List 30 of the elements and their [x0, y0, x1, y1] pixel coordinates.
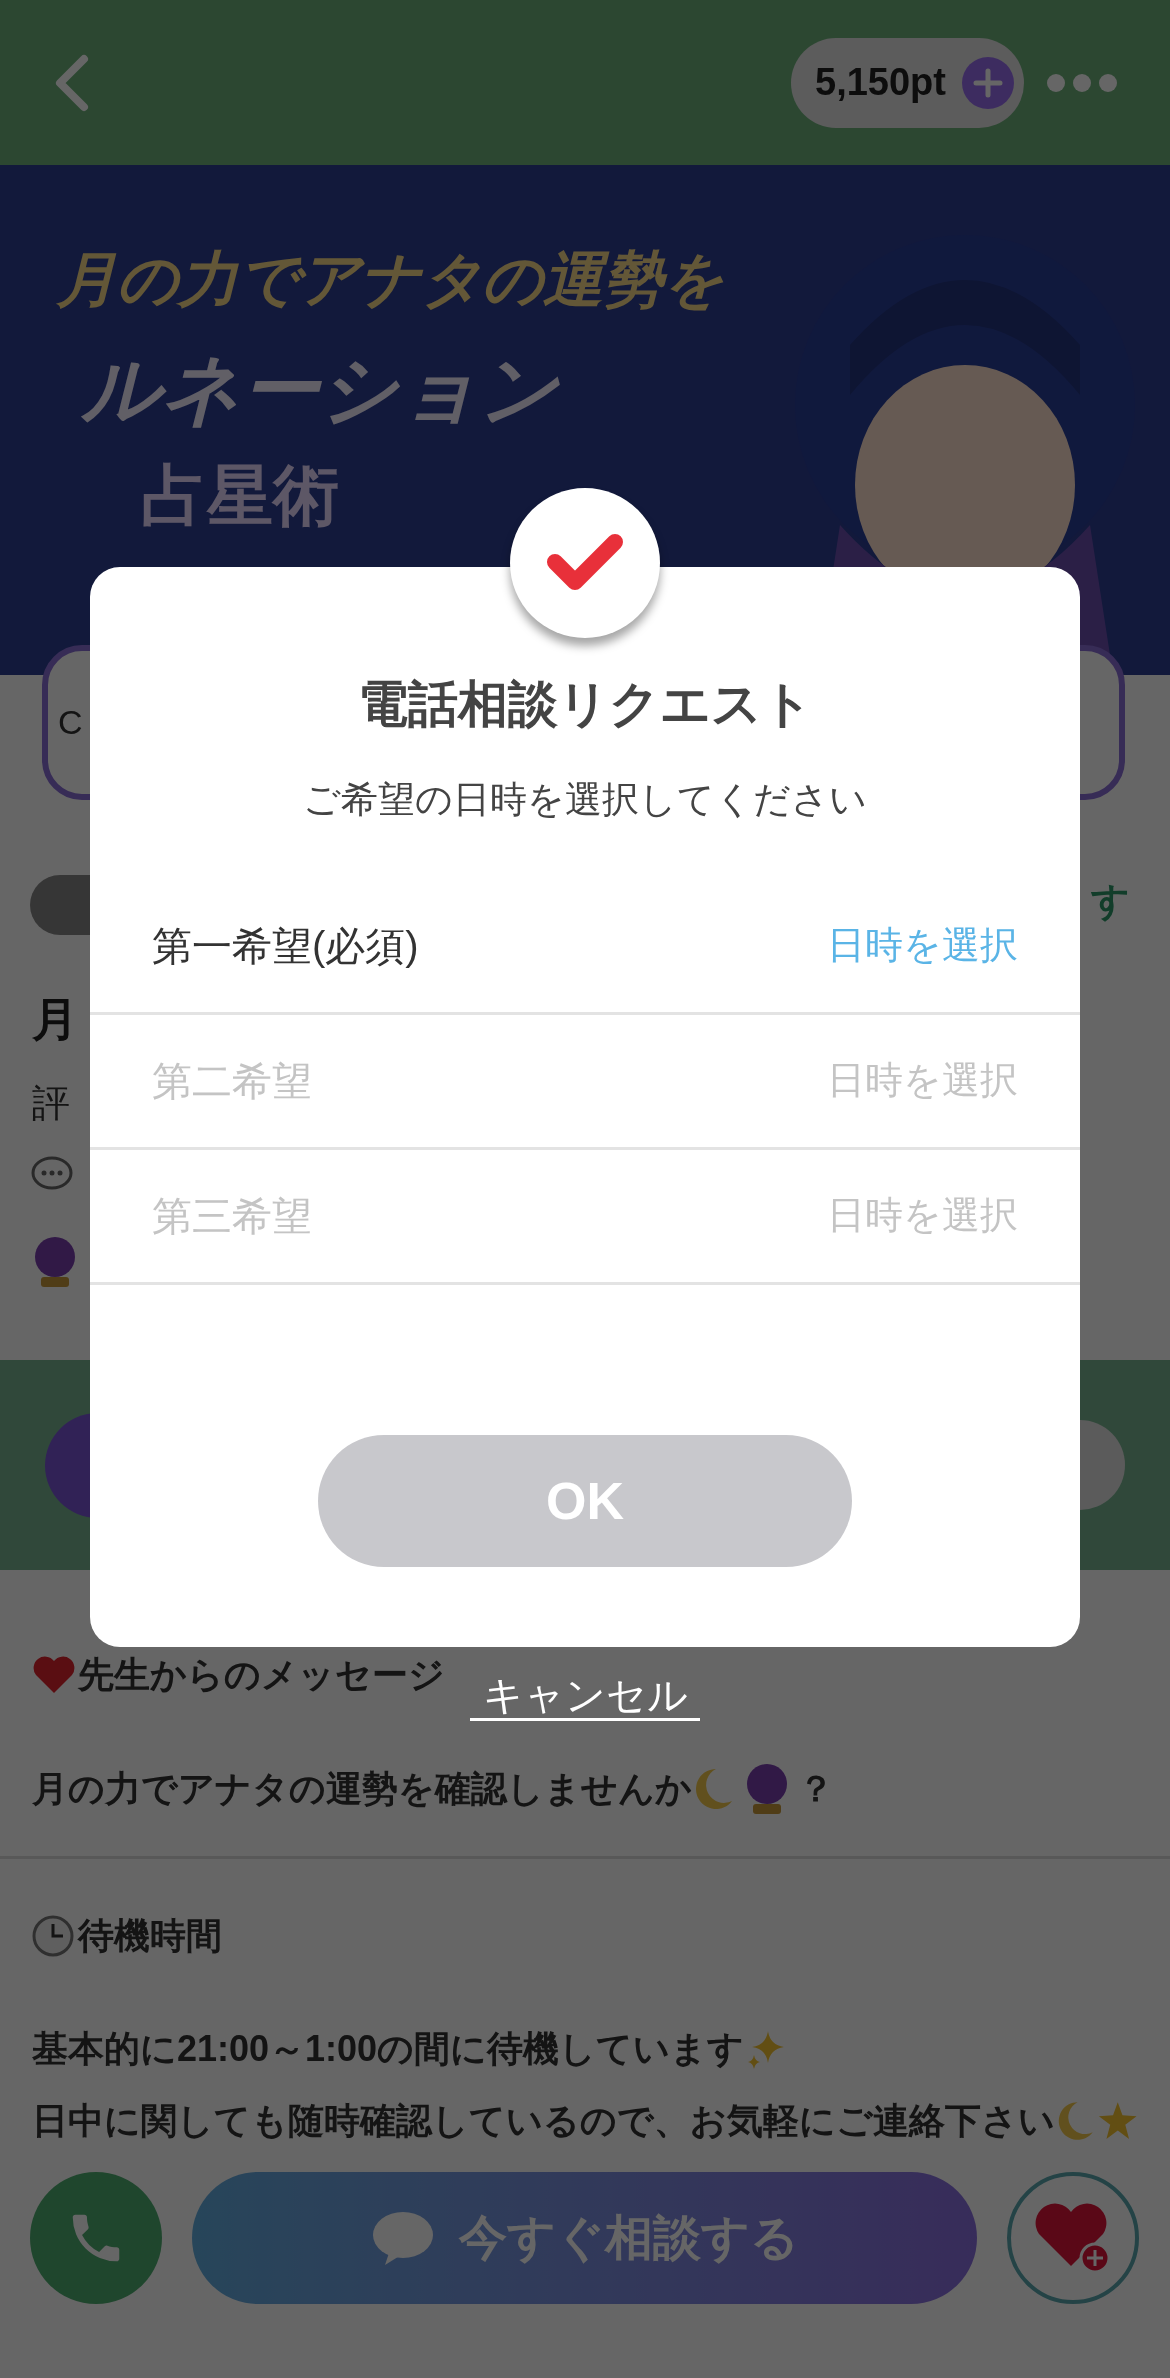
- section-heading: 待機時間: [78, 1914, 222, 1958]
- preference-label: 第二希望: [152, 1057, 312, 1105]
- cancel-link[interactable]: キャンセル: [470, 1672, 700, 1721]
- profile-title: 月: [32, 992, 78, 1047]
- preference-row[interactable]: 第一希望(必須) 日時を選択: [90, 879, 1080, 1015]
- message-text: 月の力でアナタの運勢を確認しませんか: [32, 1767, 692, 1811]
- preference-label: 第三希望: [152, 1192, 312, 1240]
- rating-label: 評: [32, 1081, 70, 1126]
- status-text: す: [1091, 879, 1130, 924]
- banner-text: 月の力でアナタの運勢を: [56, 246, 724, 315]
- clock-icon: [32, 1915, 74, 1957]
- banner-text: ルネーション: [81, 345, 561, 435]
- crystal-ball-icon: [744, 1762, 790, 1816]
- section-heading: 先生からのメッセージ: [78, 1653, 445, 1697]
- card-text: C: [58, 702, 83, 743]
- points-balance: 5,150pt: [815, 60, 946, 105]
- heart-icon: [32, 1655, 76, 1695]
- preference-label: 第一希望(必須): [152, 922, 419, 970]
- dialog-title: 電話相談リクエスト: [357, 675, 813, 734]
- banner-text: 占星術: [141, 460, 340, 532]
- question-mark: ？: [798, 1767, 834, 1811]
- speech-bubble-icon: [370, 2209, 435, 2267]
- waiting-text: 日中に関しても随時確認しているので、お気軽にご連絡下さい: [32, 2099, 1055, 2143]
- more-icon[interactable]: [1046, 72, 1118, 93]
- select-datetime-link[interactable]: 日時を選択: [827, 917, 1018, 974]
- crystal-ball-icon: [32, 1235, 78, 1289]
- waiting-text: 基本的に21:00～1:00の間に待機しています: [32, 2027, 745, 2071]
- add-icon[interactable]: [962, 56, 1014, 109]
- dialog-subtitle: ご希望の日時を選択してください: [303, 778, 867, 822]
- points-pill[interactable]: 5,150pt: [791, 37, 1024, 128]
